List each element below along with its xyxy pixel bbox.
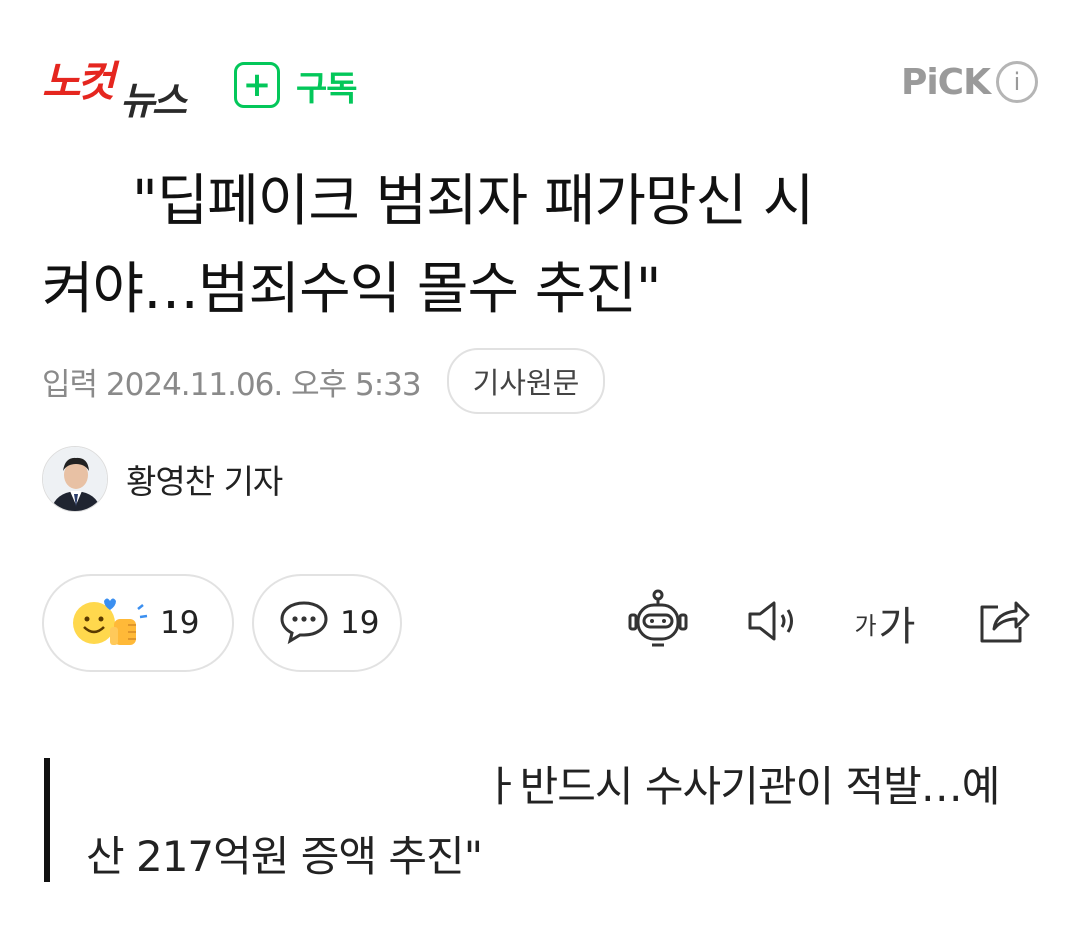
quote-line-2: 산 217억원 증액 추진" [86, 832, 483, 881]
ai-robot-icon [626, 589, 690, 657]
plus-icon: + [234, 62, 280, 108]
subscribe-button[interactable]: + 구독 [234, 58, 358, 112]
font-small-label: 가 [854, 611, 877, 640]
font-size-icon[interactable]: 가 가 [850, 592, 920, 654]
original-article-button[interactable]: 기사원문 [446, 348, 606, 414]
reporter-avatar[interactable] [42, 446, 108, 512]
reporter-name: 황영찬 기자 [126, 462, 283, 501]
reaction-toolbar: 19 19 가 가 [42, 574, 1038, 674]
logo-part1: 노컷 [42, 57, 115, 106]
info-icon[interactable]: i [996, 61, 1038, 103]
font-large-label: 가 [878, 604, 916, 650]
comment-icon [278, 597, 330, 649]
reaction-button[interactable]: 19 [42, 574, 234, 672]
quote-bar [44, 758, 50, 882]
listen-button[interactable] [742, 592, 802, 654]
press-logo[interactable]: 노컷 뉴스 [42, 48, 212, 123]
reporter-info[interactable]: 황영찬 기자 [42, 444, 283, 514]
speaker-icon [744, 597, 800, 649]
article-header: 노컷 뉴스 + 구독 PiCK i [0, 0, 1080, 140]
quote-line-1: ㅏ반드시 수사기관이 적발…예 [482, 762, 1000, 811]
title-line-1: "딥페이크 범죄자 패가망신 시 [132, 169, 814, 234]
title-line-2: 켜야…범죄수익 몰수 추진" [42, 257, 662, 322]
article-subheading-quote: ㅏ반드시 수사기관이 적발…예 산 217억원 증액 추진" [44, 758, 1024, 884]
comment-button[interactable]: 19 [252, 574, 402, 672]
ai-summary-button[interactable] [624, 589, 692, 657]
share-icon [976, 595, 1032, 651]
emoji-like-icon [70, 591, 150, 655]
logo-part2: 뉴스 [120, 79, 187, 123]
reaction-count: 19 [160, 605, 200, 641]
publish-date: 입력 2024.11.06. 오후 5:33 [42, 366, 422, 403]
article-meta: 입력 2024.11.06. 오후 5:33 기사원문 [42, 348, 606, 414]
comment-count: 19 [340, 605, 380, 641]
article-title: "딥페이크 범죄자 패가망신 시 켜야…범죄수익 몰수 추진" [42, 158, 1002, 334]
quote-text: ㅏ반드시 수사기관이 적발…예 산 217억원 증액 추진" [86, 752, 1026, 892]
pick-label: PiCK [900, 61, 991, 103]
share-button[interactable] [974, 592, 1034, 654]
subscribe-label: 구독 [296, 68, 358, 109]
pick-badge[interactable]: PiCK i [901, 58, 1038, 106]
